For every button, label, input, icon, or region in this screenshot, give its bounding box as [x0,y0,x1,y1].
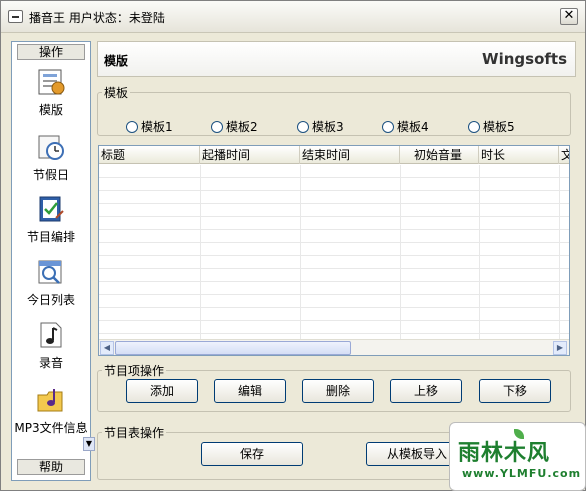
nav-scroll-down-button[interactable]: ▼ [83,437,95,451]
watermark-sub-text: www.YLMFU.com [462,467,582,480]
close-button[interactable]: ✕ [560,8,578,25]
scroll-thumb[interactable] [115,341,351,355]
side-nav: 操作 模版 节假日 节目编排 今日列表 录音 MP3文件信息 ▼ 帮助 [11,41,95,481]
nav-item-template[interactable]: 模版 [12,67,90,118]
radio-icon[interactable] [297,120,309,133]
move-up-button[interactable]: 上移 [390,379,462,403]
nav-item-mp3-info[interactable]: MP3文件信息 [12,385,90,436]
nav-item-today-list[interactable]: 今日列表 [12,257,90,308]
radio-icon[interactable] [126,120,138,133]
column-header-end-time[interactable]: 结束时间 [300,146,400,164]
edit-button[interactable]: 编辑 [214,379,286,403]
radio-icon[interactable] [382,120,394,133]
page-header: 模版 Wingsofts [97,41,576,77]
page-title: 模版 [104,54,129,68]
nav-item-label: 录音 [38,356,63,370]
column-header-duration[interactable]: 时长 [479,146,559,164]
nav-item-label: 今日列表 [26,293,75,307]
nav-item-label: 模版 [38,103,63,117]
holiday-clock-icon [36,132,66,162]
system-menu-icon[interactable] [8,10,23,23]
nav-item-record[interactable]: 录音 [12,320,90,371]
window-title: 播音王 用户状态：未登陆 [29,11,165,25]
save-button[interactable]: 保存 [201,442,303,466]
column-divider [400,165,401,339]
watermark-main-text: 雨林木风 [458,441,551,466]
move-down-button[interactable]: 下移 [479,379,551,403]
template-radio-3[interactable]: 模板3 [297,118,344,135]
template-group: 模板 模板1 模板2 模板3 模板4 模板5 [97,84,571,136]
nav-footer-help[interactable]: 帮助 [17,459,85,475]
folder-music-icon [36,385,66,415]
watermark-logo: 雨林木风 www.YLMFU.com [449,422,586,491]
music-note-icon [36,320,66,350]
nav-item-label: 节假日 [32,168,69,182]
template-icon [36,67,66,97]
nav-header-operations[interactable]: 操作 [17,44,85,60]
schedule-edit-icon [36,194,66,224]
radio-icon[interactable] [211,120,223,133]
nav-item-holiday[interactable]: 节假日 [12,132,90,183]
scroll-right-icon[interactable]: ▶ [553,341,567,355]
add-button[interactable]: 添加 [126,379,198,403]
delete-button[interactable]: 删除 [302,379,374,403]
column-header-initial-volume[interactable]: 初始音量 [400,146,479,164]
template-radio-5[interactable]: 模板5 [468,118,515,135]
column-header-start-time[interactable]: 起播时间 [200,146,300,164]
radio-icon[interactable] [468,120,480,133]
schedule-ops-legend: 节目表操作 [104,426,165,440]
today-list-icon [36,257,66,287]
template-radio-1[interactable]: 模板1 [126,118,173,135]
nav-item-label: 节目编排 [26,230,75,244]
radio-label: 模板2 [226,120,258,134]
brand-label: Wingsofts [482,50,567,68]
template-radio-2[interactable]: 模板2 [211,118,258,135]
column-divider [300,165,301,339]
title-bar: 播音王 用户状态：未登陆 ✕ [1,1,585,33]
table-header: 标题 起播时间 结束时间 初始音量 时长 文 [99,146,569,164]
radio-label: 模板3 [312,120,344,134]
scroll-left-icon[interactable]: ◀ [100,341,114,355]
item-ops-legend: 节目项操作 [104,364,165,378]
radio-label: 模板4 [397,120,429,134]
template-group-legend: 模板 [104,86,129,100]
column-divider [200,165,201,339]
column-header-file[interactable]: 文 [559,146,569,164]
nav-item-label: MP3文件信息 [14,421,88,435]
table-body[interactable] [99,165,569,339]
template-radio-4[interactable]: 模板4 [382,118,429,135]
main-window: 播音王 用户状态：未登陆 ✕ 操作 模版 节假日 节目编排 今日列表 录音 MP… [0,0,586,491]
horizontal-scrollbar[interactable]: ◀ ▶ [99,339,569,355]
program-table[interactable]: 标题 起播时间 结束时间 初始音量 时长 文 ◀ ▶ [98,145,570,356]
radio-label: 模板5 [483,120,515,134]
radio-label: 模板1 [141,120,173,134]
column-divider [479,165,480,339]
column-divider [559,165,560,339]
nav-item-schedule[interactable]: 节目编排 [12,194,90,245]
column-header-title[interactable]: 标题 [99,146,200,164]
